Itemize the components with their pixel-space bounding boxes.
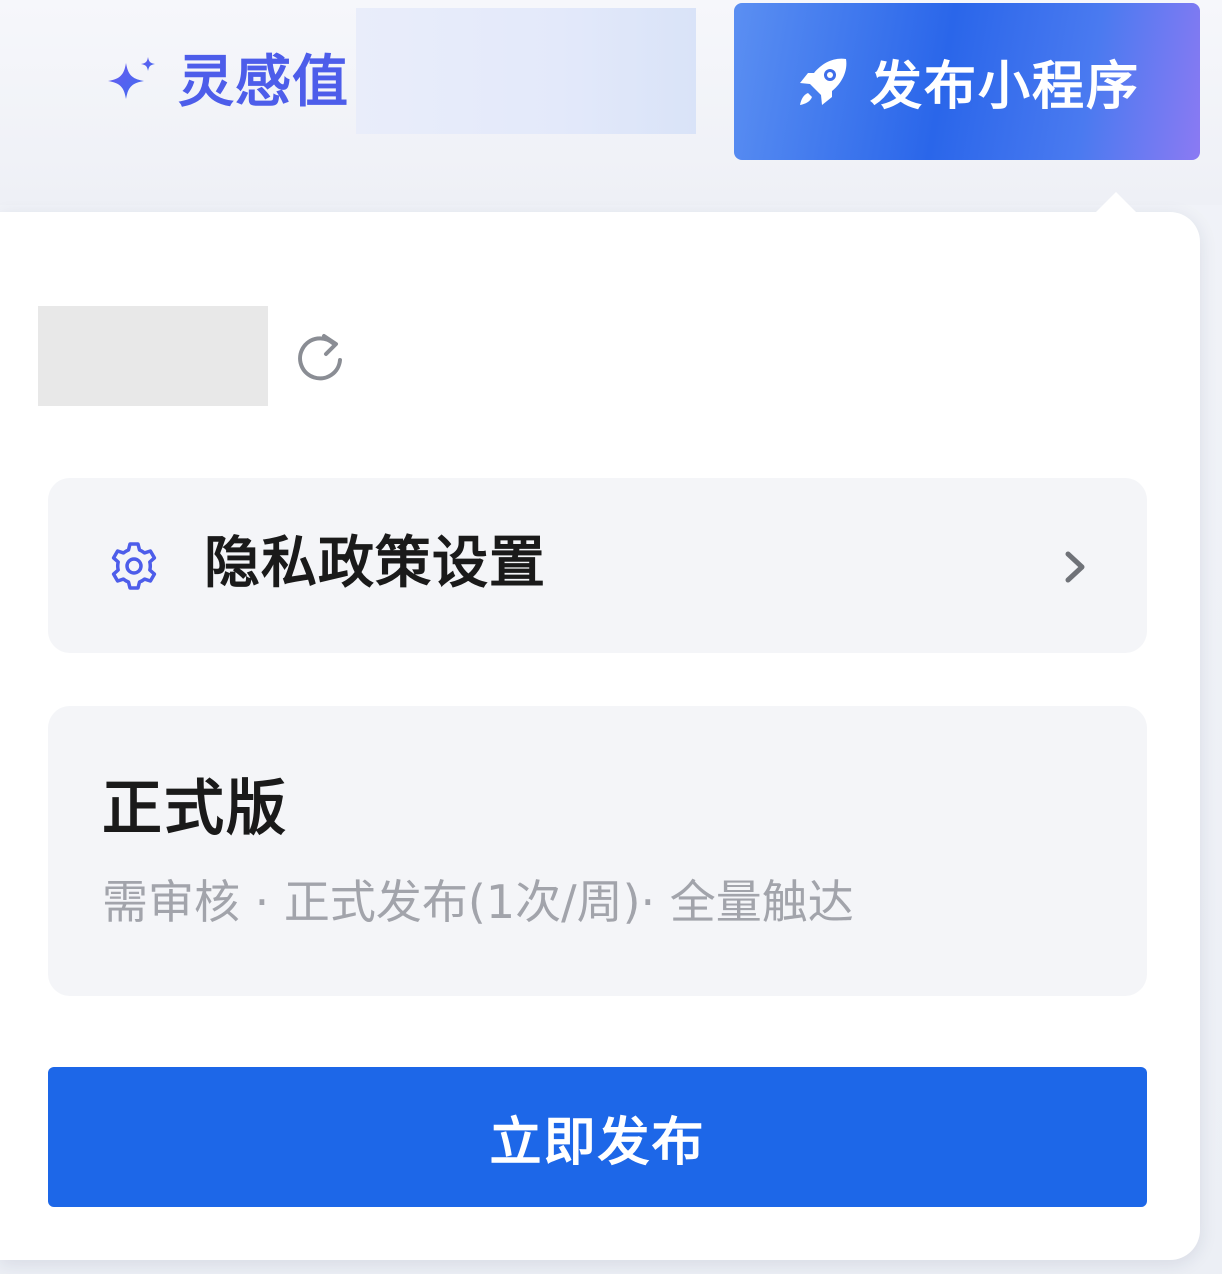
sparkle-icon bbox=[108, 57, 155, 99]
release-version-option[interactable]: 正式版 需审核 · 正式发布(1次/周)· 全量触达 bbox=[48, 706, 1147, 996]
version-description: 需审核 · 正式发布(1次/周)· 全量触达 bbox=[102, 875, 854, 929]
inspiration-label: 灵感值 bbox=[178, 50, 349, 115]
publish-miniprogram-button[interactable]: 发布小程序 bbox=[734, 3, 1200, 160]
privacy-policy-label: 隐私政策设置 bbox=[204, 531, 546, 596]
app-name-redacted bbox=[38, 306, 268, 406]
rocket-icon bbox=[799, 58, 847, 105]
refresh-icon[interactable] bbox=[290, 328, 350, 388]
popover-arrow bbox=[1094, 192, 1138, 214]
privacy-policy-settings[interactable]: 隐私政策设置 bbox=[48, 478, 1147, 653]
version-title: 正式版 bbox=[102, 774, 288, 844]
gear-icon bbox=[111, 542, 157, 590]
inspiration-value: 灵感值 bbox=[102, 46, 349, 120]
publish-now-button[interactable]: 立即发布 bbox=[48, 1067, 1147, 1207]
inspiration-value-redacted bbox=[356, 8, 696, 134]
top-bar: 灵感值 发布小程序 bbox=[0, 0, 1222, 205]
chevron-right-icon bbox=[1065, 551, 1085, 583]
publish-popover: 隐私政策设置 正式版 需审核 · 正式发布(1次/周)· 全量触达 立即发布 bbox=[0, 192, 1200, 1260]
publish-button-label: 发布小程序 bbox=[869, 57, 1140, 117]
